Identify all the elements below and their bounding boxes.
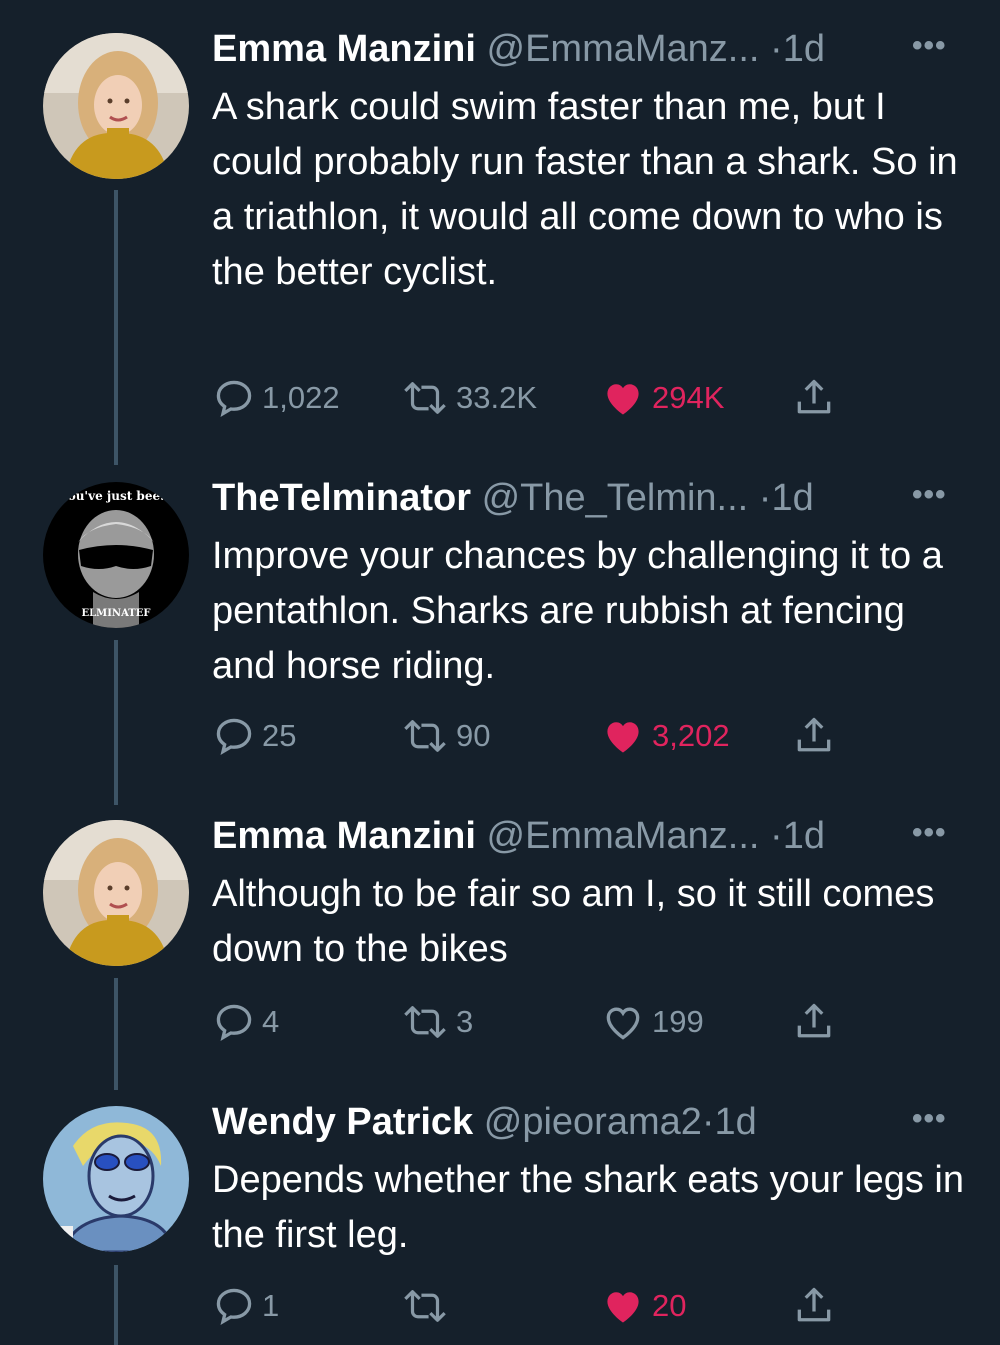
like-button[interactable]: 199 (600, 1000, 704, 1044)
avatar[interactable] (43, 1106, 189, 1252)
tweet-actions: 4 3 199 (212, 1000, 972, 1044)
reply-count: 25 (262, 718, 297, 753)
timestamp[interactable]: 1d (783, 815, 825, 857)
timestamp[interactable]: 1d (783, 28, 825, 70)
reply-count: 1,022 (262, 380, 340, 415)
like-button[interactable]: 294K (600, 376, 724, 420)
share-button[interactable] (792, 376, 836, 420)
share-button[interactable] (792, 1284, 836, 1328)
reply-button[interactable]: 4 (212, 1000, 279, 1044)
more-options-icon[interactable]: ••• (912, 818, 947, 848)
timestamp[interactable]: 1d (771, 477, 813, 519)
tweet-header: TheTelminator @The_Telmin... ·1d (212, 474, 814, 522)
heart-outline-icon (606, 1007, 640, 1040)
avatar[interactable] (43, 820, 189, 966)
share-button[interactable] (792, 714, 836, 758)
tweet-actions: 25 90 3,202 (212, 714, 972, 758)
author-name[interactable]: Wendy Patrick (212, 1101, 473, 1143)
thread-line (114, 640, 118, 805)
separator-dot: · (701, 1101, 715, 1143)
retweet-icon (404, 720, 446, 752)
tweet-header: Emma Manzini @EmmaManz... ·1d (212, 812, 825, 860)
retweet-icon (404, 382, 446, 414)
like-count: 3,202 (652, 718, 730, 753)
like-count: 294K (652, 380, 725, 415)
share-icon (797, 1287, 831, 1322)
retweet-count: 3 (456, 1004, 474, 1039)
tweet-text: Depends whether the shark eats your legs… (212, 1159, 964, 1256)
avatar-caption-top: ou've just bee. (68, 489, 165, 503)
share-icon (797, 379, 831, 414)
heart-filled-icon (607, 384, 639, 415)
reply-icon (216, 1004, 252, 1041)
tweet-actions: 1,022 33.2K 294K (212, 376, 972, 420)
retweet-button[interactable]: 3 (400, 1000, 473, 1044)
reply-icon (216, 1288, 252, 1325)
retweet-icon (404, 1290, 446, 1322)
heart-filled-icon (607, 722, 639, 753)
thread-line (114, 190, 118, 465)
retweet-button[interactable]: 90 (400, 714, 490, 758)
tweet-text: Although to be fair so am I, so it still… (212, 873, 935, 970)
like-button[interactable]: 20 (600, 1284, 686, 1328)
separator-dot: · (770, 28, 783, 70)
author-name[interactable]: TheTelminator (212, 477, 471, 519)
thread-line (114, 978, 118, 1090)
like-count: 20 (652, 1288, 687, 1323)
reply-count: 4 (262, 1004, 280, 1039)
retweet-button[interactable] (400, 1284, 450, 1328)
tweet-actions: 1 20 (212, 1284, 972, 1328)
avatar[interactable]: ou've just bee. ELMINATEF (43, 482, 189, 628)
author-name[interactable]: Emma Manzini (212, 815, 476, 857)
tweet-header: Emma Manzini @EmmaManz... ·1d (212, 25, 825, 73)
more-options-icon[interactable]: ••• (912, 1104, 947, 1134)
author-name[interactable]: Emma Manzini (212, 28, 476, 70)
reply-button[interactable]: 25 (212, 714, 296, 758)
more-options-icon[interactable]: ••• (912, 31, 947, 61)
reply-button[interactable]: 1,022 (212, 376, 340, 420)
heart-filled-icon (607, 1292, 639, 1323)
share-button[interactable] (792, 1000, 836, 1044)
author-handle[interactable]: @The_Telmin... (482, 477, 749, 519)
author-handle[interactable]: @EmmaManz... (487, 28, 760, 70)
avatar-caption-bottom: ELMINATEF (82, 608, 151, 619)
thread-line (114, 1265, 118, 1345)
avatar[interactable] (43, 33, 189, 179)
like-button[interactable]: 3,202 (600, 714, 730, 758)
reply-icon (216, 718, 252, 755)
separator-dot: · (758, 477, 772, 519)
reply-count: 1 (262, 1288, 280, 1323)
like-count: 199 (652, 1004, 704, 1039)
retweet-count: 90 (456, 718, 491, 753)
tweet-text: A shark could swim faster than me, but I… (212, 86, 958, 293)
timestamp[interactable]: 1d (715, 1101, 757, 1143)
tweet-header: Wendy Patrick @pieorama2·1d (212, 1098, 757, 1146)
share-icon (797, 717, 831, 752)
author-handle[interactable]: @EmmaManz... (487, 815, 760, 857)
author-handle[interactable]: @pieorama2 (484, 1101, 702, 1143)
more-options-icon[interactable]: ••• (912, 480, 947, 510)
tweet-text: Improve your chances by challenging it t… (212, 535, 943, 687)
separator-dot: · (770, 815, 783, 857)
share-icon (797, 1003, 831, 1038)
retweet-icon (404, 1006, 446, 1038)
reply-icon (216, 380, 252, 417)
reply-button[interactable]: 1 (212, 1284, 279, 1328)
retweet-button[interactable]: 33.2K (400, 376, 537, 420)
retweet-count: 33.2K (456, 380, 538, 415)
